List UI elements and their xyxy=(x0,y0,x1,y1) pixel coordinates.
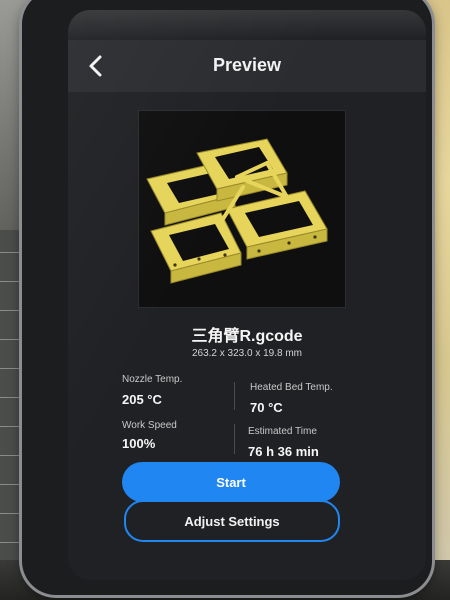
heated-bed-temp-value: 70 °C xyxy=(250,400,283,415)
file-name: 三角臂R.gcode xyxy=(191,328,303,345)
stats-divider-top xyxy=(234,382,235,410)
model-thumbnail xyxy=(146,138,328,284)
estimated-time-value: 76 h 36 min xyxy=(248,444,319,459)
nozzle-temp-label: Nozzle Temp. xyxy=(122,374,183,385)
work-speed-label: Work Speed xyxy=(122,420,177,431)
stats-divider-bottom xyxy=(234,424,235,454)
model-preview xyxy=(138,110,346,308)
page-title: Preview xyxy=(212,55,282,75)
nozzle-temp-value: 205 °C xyxy=(122,392,162,407)
adjust-settings-button[interactable]: Adjust Settings xyxy=(124,500,340,542)
model-dimensions: 263.2 x 323.0 x 19.8 mm xyxy=(191,348,303,359)
printer-touchscreen-device: Preview 三角臂R.gcode 263.2 x 323.0 x 19.8 … xyxy=(22,0,432,595)
header-bar: Preview xyxy=(68,40,426,92)
status-area xyxy=(68,10,426,40)
screen: Preview 三角臂R.gcode 263.2 x 323.0 x 19.8 … xyxy=(68,10,426,580)
work-speed-value: 100% xyxy=(122,436,156,451)
start-button[interactable]: Start xyxy=(122,462,340,502)
estimated-time-label: Estimated Time xyxy=(248,426,317,437)
heated-bed-temp-label: Heated Bed Temp. xyxy=(250,382,333,393)
